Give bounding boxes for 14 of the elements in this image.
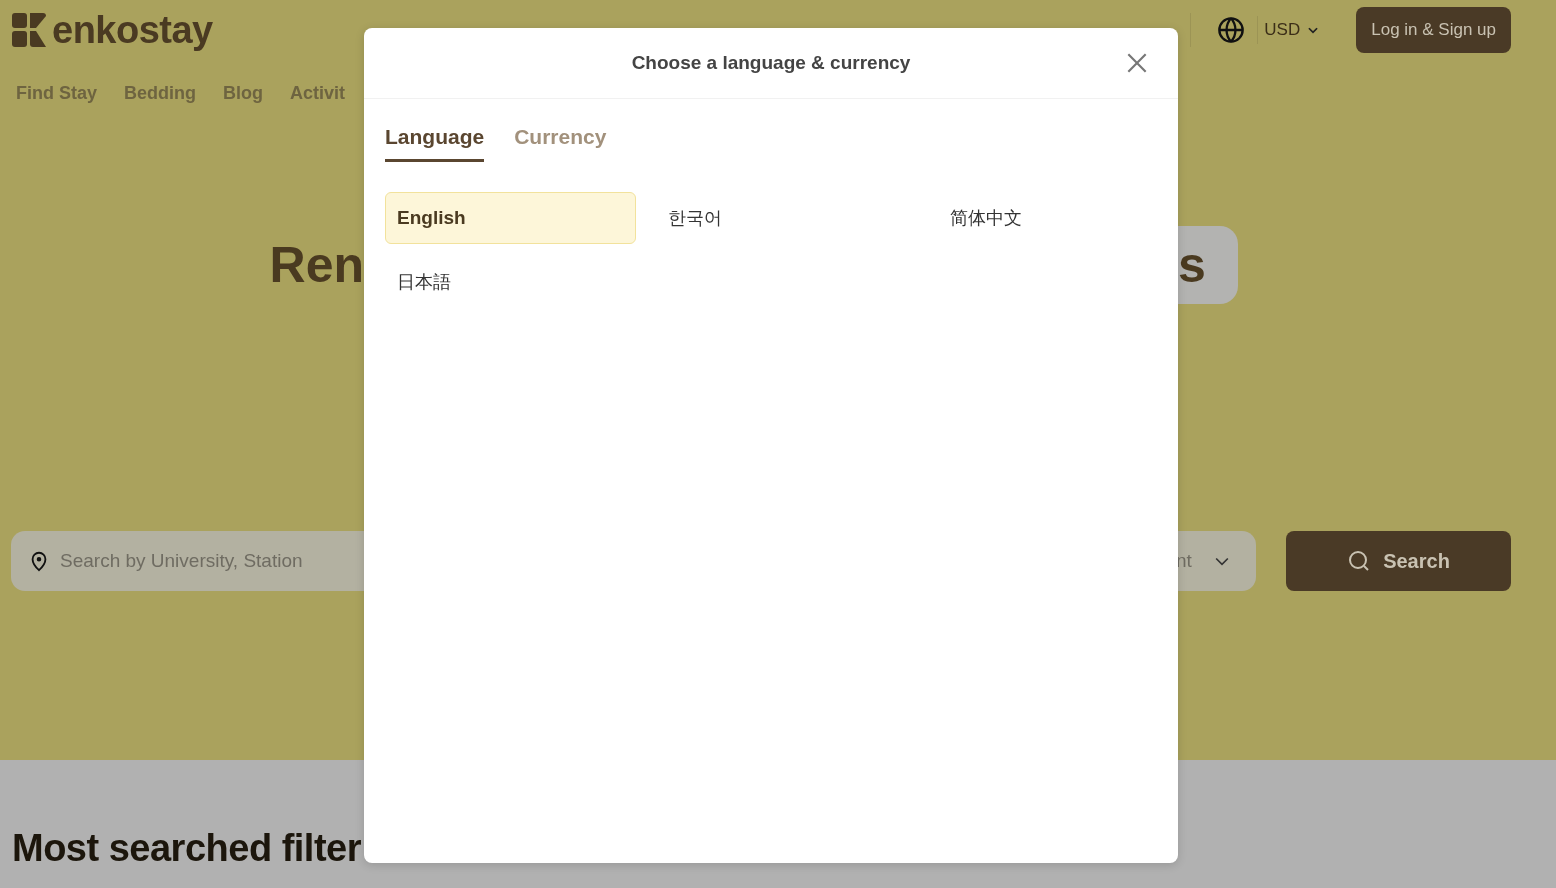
search-button[interactable]: Search (1286, 531, 1511, 591)
currency-dropdown[interactable]: USD (1257, 16, 1345, 44)
logo[interactable]: enkostay (52, 8, 213, 52)
dialog-title: Choose a language & currency (631, 52, 911, 74)
globe-icon[interactable] (1217, 16, 1246, 44)
logo-icon (12, 13, 46, 47)
dialog-tab[interactable]: Currency (514, 121, 607, 162)
language-option[interactable]: 日本語 (385, 256, 636, 308)
language-option[interactable]: 한국어 (656, 192, 907, 244)
login-button[interactable]: Log in & Sign up (1356, 7, 1511, 53)
section-title: Most searched filter (12, 827, 361, 870)
language-option[interactable]: English (385, 192, 636, 244)
dialog-tab[interactable]: Language (385, 121, 485, 162)
hero-title: Ren (269, 237, 364, 293)
